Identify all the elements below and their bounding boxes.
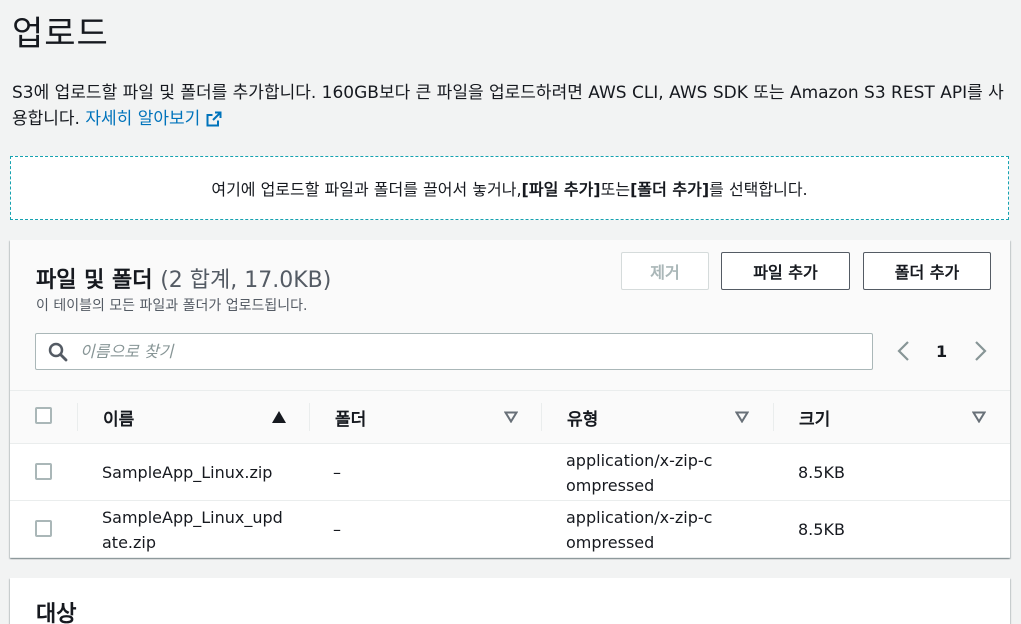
chevron-right-icon (975, 341, 987, 361)
dropzone-add-files-ref: [파일 추가] (521, 180, 601, 199)
add-folder-button[interactable]: 폴더 추가 (863, 252, 991, 290)
column-divider (541, 403, 542, 431)
dropzone-text-before: 여기에 업로드할 파일과 폴더를 끌어서 놓거나, (211, 180, 522, 199)
dropzone-text-mid: 또는 (600, 180, 631, 199)
file-folder: – (333, 520, 341, 539)
search-input[interactable] (80, 338, 860, 365)
dropzone-add-folder-ref: [폴더 추가] (630, 180, 710, 199)
sort-ascending-icon[interactable] (272, 411, 286, 423)
row-checkbox[interactable] (35, 520, 52, 537)
chevron-left-icon (897, 341, 909, 361)
upload-dropzone[interactable]: 여기에 업로드할 파일과 폴더를 끌어서 놓거나, [파일 추가] 또는 [폴더… (10, 156, 1009, 220)
pagination-page-number[interactable]: 1 (936, 338, 947, 364)
row-checkbox[interactable] (35, 463, 52, 480)
files-folders-panel: 파일 및 폴더 (2 합계, 17.0KB) 이 테이블의 모든 파일과 폴더가… (10, 240, 1010, 558)
panel-title-text: 파일 및 폴더 (36, 268, 153, 293)
column-header-folder[interactable]: 폴더 (335, 391, 366, 443)
panel-title: 파일 및 폴더 (2 합계, 17.0KB) (36, 262, 331, 294)
column-divider (77, 403, 78, 431)
file-name: SampleApp_Linux.zip (102, 463, 273, 482)
remove-button[interactable]: 제거 (621, 252, 709, 290)
dropzone-text-after: 를 선택합니다. (709, 180, 808, 199)
panel-subtitle: 이 테이블의 모든 파일과 폴더가 업로드됩니다. (36, 298, 308, 314)
file-size: 8.5KB (798, 520, 845, 539)
file-type: application/x-zip-compressed (566, 508, 713, 552)
page-title: 업로드 (12, 14, 109, 54)
table-row: SampleApp_Linux_update.zip – application… (10, 501, 1010, 558)
search-box (35, 333, 873, 370)
column-header-size[interactable]: 크기 (799, 391, 830, 443)
column-divider (773, 403, 774, 431)
pagination-prev[interactable] (894, 338, 914, 364)
sort-icon[interactable] (735, 411, 749, 423)
column-header-name[interactable]: 이름 (103, 391, 134, 443)
column-header-type[interactable]: 유형 (567, 391, 598, 443)
external-link-icon (206, 111, 222, 127)
add-files-button[interactable]: 파일 추가 (721, 252, 850, 290)
file-folder: – (333, 463, 341, 482)
learn-more-label: 자세히 알아보기 (85, 109, 201, 129)
file-size: 8.5KB (798, 463, 845, 482)
panel-title-count: (2 합계, 17.0KB) (160, 268, 332, 293)
table-header: 이름 폴더 유형 크기 (10, 390, 1010, 444)
file-name: SampleApp_Linux_update.zip (102, 508, 283, 552)
sort-icon[interactable] (972, 411, 986, 423)
page-description: S3에 업로드할 파일 및 폴더를 추가합니다. 160GB보다 큰 파일을 업… (12, 80, 1012, 132)
table-row: SampleApp_Linux.zip – application/x-zip-… (10, 444, 1010, 501)
column-divider (309, 403, 310, 431)
learn-more-link[interactable]: 자세히 알아보기 (85, 109, 222, 129)
sort-icon[interactable] (504, 411, 518, 423)
file-type: application/x-zip-compressed (566, 451, 713, 495)
destination-panel-title: 대상 (36, 602, 77, 624)
search-icon (48, 342, 68, 362)
pagination-next[interactable] (970, 338, 990, 364)
select-all-checkbox[interactable] (35, 407, 52, 424)
destination-panel: 대상 (10, 578, 1010, 624)
